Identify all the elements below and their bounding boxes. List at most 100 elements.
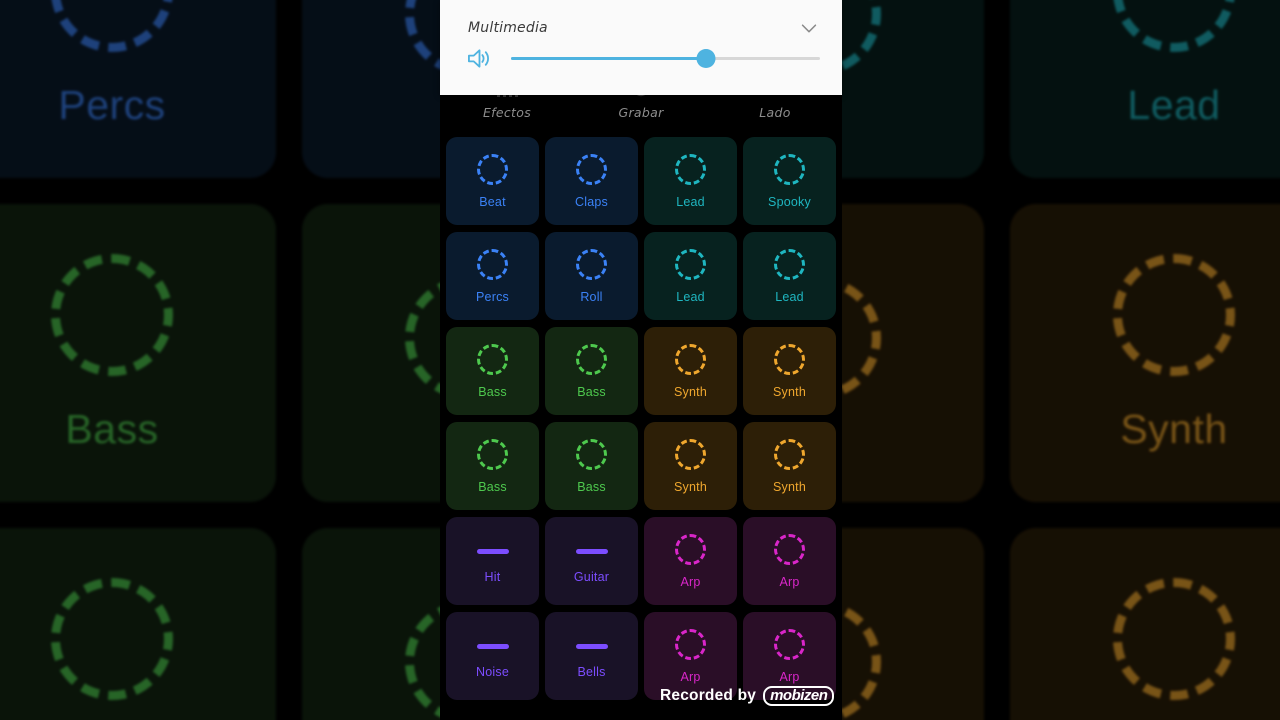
sound-pad-label: Synth [674, 479, 707, 494]
sound-pad[interactable]: Noise [446, 612, 539, 700]
sound-pad-label: Synth [674, 384, 707, 399]
sound-pad[interactable]: Roll [545, 232, 638, 320]
sound-pad-label: Bass [478, 479, 507, 494]
sound-pad-label: Spooky [768, 194, 811, 209]
dashed-circle-icon [675, 628, 706, 660]
sound-pad-label: Guitar [573, 569, 610, 584]
sound-pad-label: Roll [580, 289, 603, 304]
sound-pad[interactable]: Lead [743, 232, 836, 320]
dashed-circle-icon [675, 153, 706, 185]
sound-pad[interactable]: Bass [446, 422, 539, 510]
sound-pad-label: Arp [779, 574, 800, 589]
mobizen-logo: mobizen [763, 686, 835, 706]
sound-pad-label: Synth [773, 479, 806, 494]
dashed-circle-icon [576, 343, 607, 375]
sound-pad-label: Bass [577, 384, 606, 399]
sound-pad[interactable]: Guitar [545, 517, 638, 605]
dashed-circle-icon [774, 248, 805, 280]
dashed-circle-icon [576, 248, 607, 280]
dashed-circle-icon [51, 577, 173, 700]
volume-slider[interactable] [511, 49, 820, 68]
sound-pad[interactable]: Bass [545, 327, 638, 415]
tab-label: Efectos [482, 105, 532, 120]
dashed-circle-icon [774, 343, 805, 375]
sound-pad[interactable]: Synth [743, 422, 836, 510]
volume-stream-title: Multimedia [468, 20, 548, 36]
dashed-circle-icon [51, 253, 173, 376]
sound-pad-label: Hit [484, 569, 501, 584]
sound-pad-label: Claps [575, 194, 608, 209]
dash-bar-icon [575, 643, 608, 649]
sound-pad[interactable]: Synth [743, 327, 836, 415]
dashed-circle-icon [477, 343, 508, 375]
sound-pad[interactable]: Beat [446, 137, 539, 225]
background-sound-pad: Synth [1010, 528, 1280, 720]
sound-pad-label: Beat [479, 194, 506, 209]
dashed-circle-icon [675, 533, 706, 565]
phone-content-column: Efectos Grabar Lado Beat Claps Lead Spoo… [440, 0, 842, 720]
sound-pad[interactable]: Claps [545, 137, 638, 225]
recorded-by-label: Recorded by [660, 687, 757, 704]
dashed-circle-icon [774, 533, 805, 565]
sound-pad-label: Arp [779, 669, 800, 684]
dashed-circle-icon [675, 248, 706, 280]
sound-pad-label: Lead [676, 194, 705, 209]
sound-pad[interactable]: Synth [644, 422, 737, 510]
sound-pad[interactable]: Percs [446, 232, 539, 320]
dashed-circle-icon [675, 438, 706, 470]
background-sound-pad-label: Synth [1120, 405, 1228, 452]
dashed-circle-icon [774, 438, 805, 470]
dashed-circle-icon [477, 248, 508, 280]
slider-thumb[interactable] [696, 49, 716, 68]
background-sound-pad: Synth [1010, 204, 1280, 502]
dashed-circle-icon [576, 438, 607, 470]
sound-pad[interactable]: Lead [644, 137, 737, 225]
background-sound-pad-label: Lead [1127, 81, 1221, 128]
dashed-circle-icon [774, 628, 805, 660]
dashed-circle-icon [576, 153, 607, 185]
sound-pad[interactable]: Lead [644, 232, 737, 320]
dash-bar-icon [476, 643, 509, 649]
tab-label: Grabar [618, 105, 664, 120]
sound-pad[interactable]: Spooky [743, 137, 836, 225]
sound-pad-label: Synth [773, 384, 806, 399]
volume-slider-row[interactable] [466, 46, 820, 71]
sound-pad-grid: Beat Claps Lead Spooky Percs Roll Lead Lead Bass… [440, 137, 842, 700]
sound-pad[interactable]: Hit [446, 517, 539, 605]
dashed-circle-icon [51, 0, 173, 52]
chevron-down-icon[interactable] [798, 17, 820, 39]
sound-pad-label: Arp [680, 574, 701, 589]
dash-bar-icon [476, 548, 509, 554]
sound-pad-label: Lead [676, 289, 705, 304]
dashed-circle-icon [1113, 253, 1235, 376]
sound-pad-label: Bass [577, 479, 606, 494]
sound-pad[interactable]: Bass [545, 422, 638, 510]
dashed-circle-icon [774, 153, 805, 185]
sound-pad[interactable]: Arp [644, 517, 737, 605]
background-sound-pad: Bass [0, 528, 276, 720]
mobizen-recording-badge: Recorded by mobizen [660, 686, 835, 706]
speaker-volume-icon[interactable] [466, 46, 493, 71]
sound-pad-label: Arp [680, 669, 701, 684]
dashed-circle-icon [477, 438, 508, 470]
dashed-circle-icon [477, 153, 508, 185]
dashed-circle-icon [675, 343, 706, 375]
background-sound-pad: Percs [0, 0, 276, 178]
sound-pad[interactable]: Bass [446, 327, 539, 415]
sound-pad-label: Noise [476, 664, 509, 679]
background-sound-pad-label: Bass [65, 405, 159, 452]
background-sound-pad: Lead [1010, 0, 1280, 178]
sound-pad[interactable]: Synth [644, 327, 737, 415]
background-sound-pad: Bass [0, 204, 276, 502]
dashed-circle-icon [1113, 577, 1235, 700]
sound-pad[interactable]: Bells [545, 612, 638, 700]
sound-pad-label: Percs [476, 289, 509, 304]
dashed-circle-icon [1113, 0, 1235, 52]
sound-pad-label: Bells [577, 664, 606, 679]
sound-pad[interactable]: Arp [743, 517, 836, 605]
tab-label: Lado [759, 105, 791, 120]
background-sound-pad-label: Percs [58, 81, 166, 128]
volume-panel-header: Multimedia [468, 17, 820, 39]
sound-pad-label: Bass [478, 384, 507, 399]
volume-panel[interactable]: Multimedia [440, 0, 842, 95]
